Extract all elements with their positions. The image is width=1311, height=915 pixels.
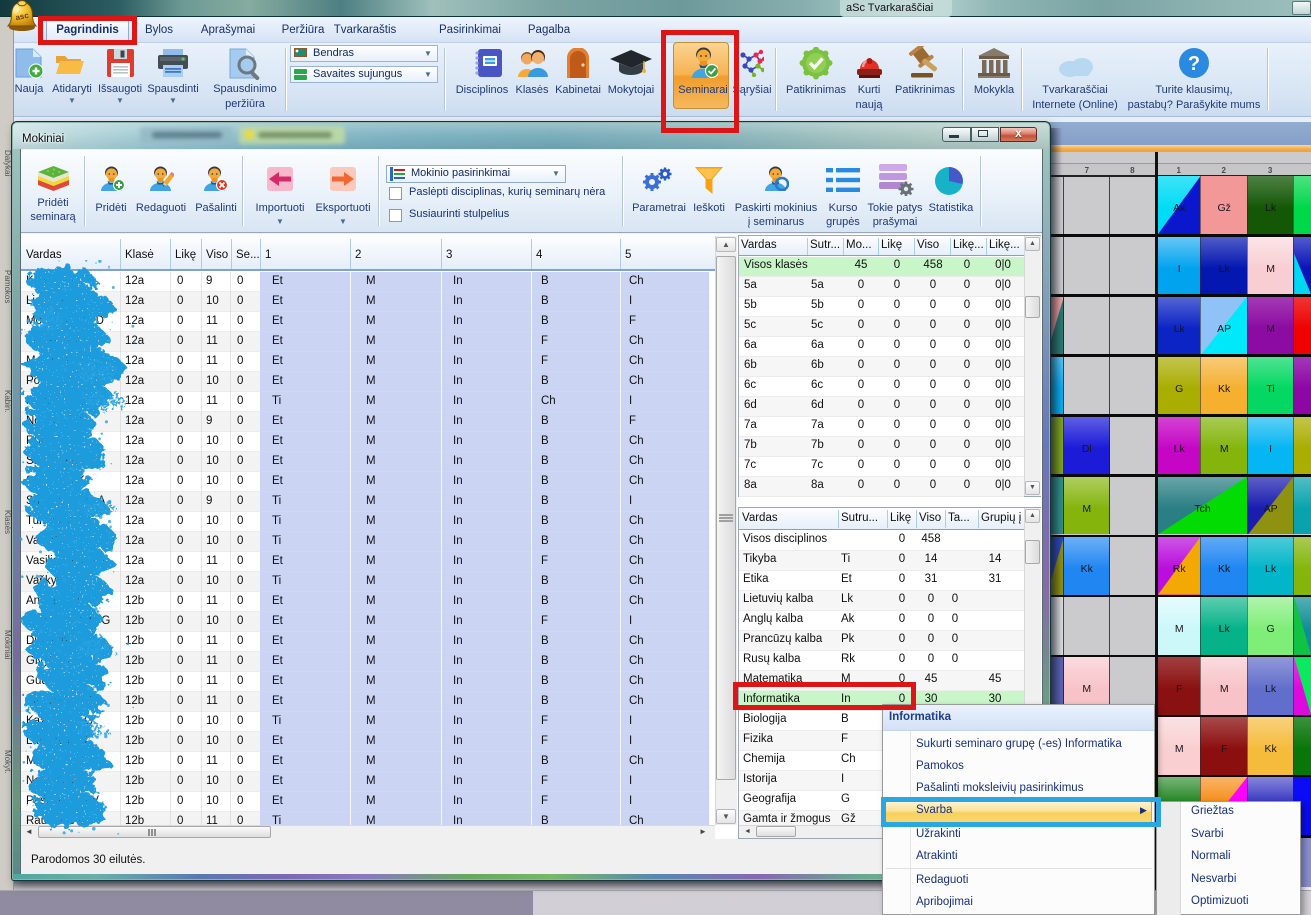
svg-text:?: ?	[1188, 53, 1200, 75]
